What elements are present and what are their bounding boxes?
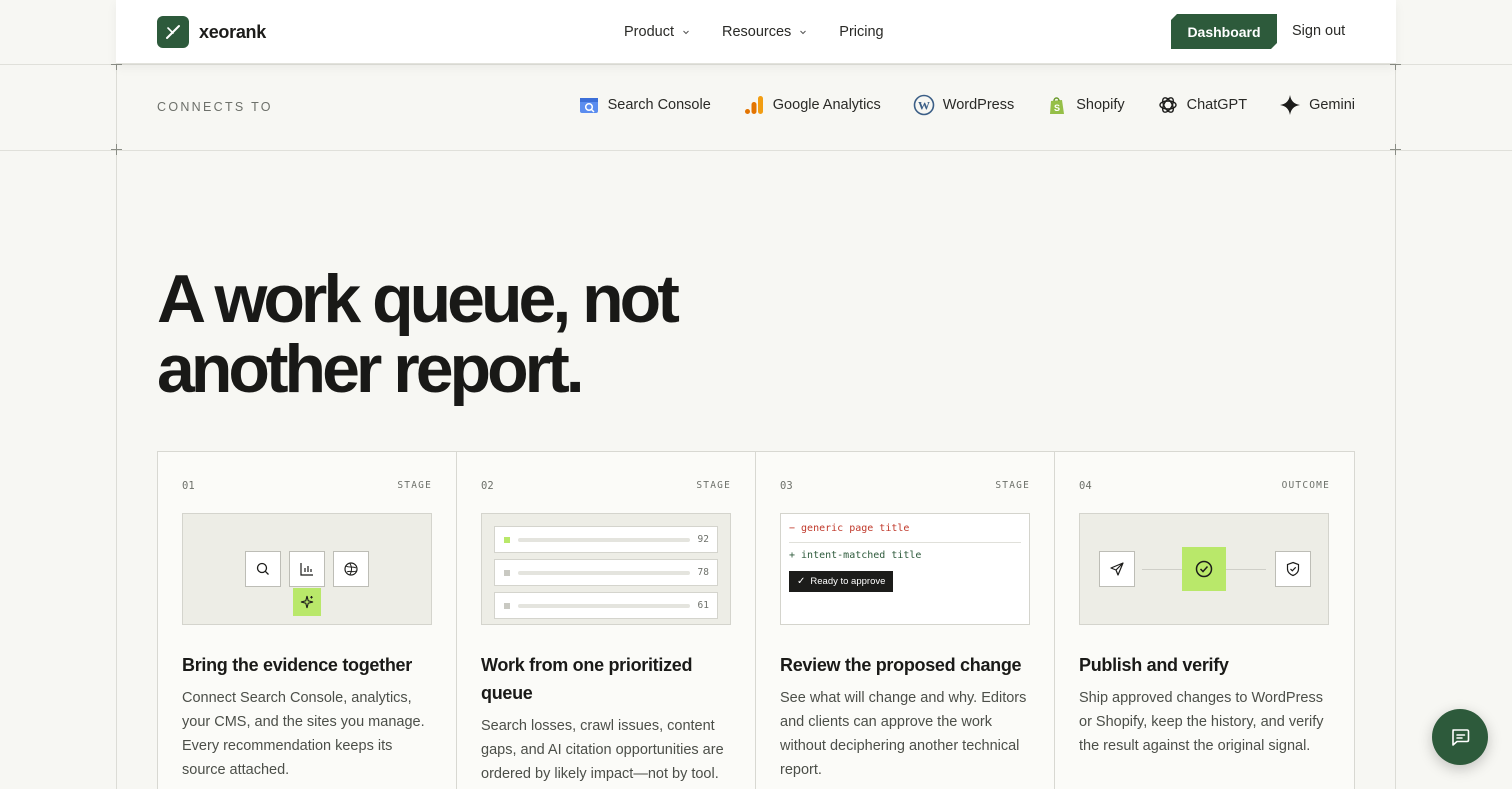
chat-button[interactable]: [1432, 709, 1488, 765]
hero-headline: A work queue, not another report.: [157, 264, 857, 404]
search-icon: [245, 551, 281, 587]
card-description: Search losses, crawl issues, content gap…: [481, 718, 724, 782]
nav-item-resources[interactable]: Resources: [722, 24, 807, 40]
brand-logo[interactable]: xeorank: [157, 16, 266, 48]
hero-line-1: A work queue, not: [157, 261, 680, 337]
svg-text:S: S: [1054, 103, 1060, 113]
integration-name: Shopify: [1076, 97, 1125, 113]
card-number: 03: [780, 480, 793, 492]
priority-dot: [504, 570, 510, 576]
card-tag: STAGE: [995, 480, 1030, 491]
check-circle-icon: [1182, 547, 1226, 591]
card-tag: STAGE: [397, 480, 432, 491]
connector-line: [1226, 569, 1266, 570]
card-illustration: [182, 513, 432, 625]
queue-row: 92: [494, 526, 718, 553]
diff-added-line: + intent-matched title: [789, 550, 922, 561]
integration-name: Search Console: [607, 97, 711, 113]
divider: [789, 542, 1021, 543]
sign-out-link[interactable]: Sign out: [1292, 23, 1345, 39]
workflow-card-queue: 02 STAGE 92 78 61 Work from one prioriti…: [457, 452, 756, 789]
card-description: See what will change and why. Editors an…: [780, 690, 1027, 778]
gemini-icon: [1280, 95, 1301, 115]
send-icon: [1099, 551, 1135, 587]
priority-dot: [504, 537, 510, 543]
logo-icon: [157, 16, 189, 48]
dashboard-button[interactable]: Dashboard: [1171, 14, 1277, 49]
card-title: Publish and verify: [1079, 655, 1229, 675]
workflow-card-review: 03 STAGE − generic page title + intent-m…: [756, 452, 1055, 789]
crosshair-mark: [1390, 144, 1401, 155]
card-number: 01: [182, 480, 195, 492]
nav-item-product[interactable]: Product: [624, 24, 690, 40]
hero-line-2: another report.: [157, 331, 585, 407]
wordpress-icon: W: [913, 94, 935, 116]
google-analytics-icon: [744, 96, 763, 114]
integration-wordpress: W WordPress: [913, 94, 1014, 116]
divider: [0, 150, 1512, 151]
workflow-card-publish: 04 OUTCOME Publish and verify Ship appro…: [1055, 452, 1354, 789]
queue-score: 78: [697, 567, 709, 578]
divider: [0, 64, 1512, 65]
integrations-list: Search Console Google Analytics W WordPr…: [546, 94, 1355, 116]
queue-bar: [518, 538, 690, 542]
card-title: Bring the evidence together: [182, 655, 412, 675]
integration-name: ChatGPT: [1186, 97, 1248, 113]
chevron-down-icon: [800, 30, 807, 35]
integration-search-console: Search Console: [578, 94, 711, 116]
chat-bubble-icon: [1452, 729, 1470, 746]
integration-shopify: S Shopify: [1046, 94, 1125, 116]
brand-name: xeorank: [199, 21, 266, 42]
chatgpt-icon: [1158, 97, 1177, 113]
nav-item-label: Product: [624, 24, 674, 40]
integration-gemini: Gemini: [1279, 94, 1355, 116]
card-number: 04: [1079, 480, 1092, 492]
queue-row: 61: [494, 592, 718, 619]
ready-to-approve-badge: ✓ Ready to approve: [789, 571, 894, 592]
queue-score: 61: [697, 600, 709, 611]
workflow-cards: 01 STAGE Bring the evidence together Con…: [157, 451, 1355, 789]
card-number: 02: [481, 480, 494, 492]
priority-dot: [504, 603, 510, 609]
chevron-down-icon: [683, 30, 689, 35]
nav-item-pricing[interactable]: Pricing: [839, 24, 883, 40]
connector-line: [1142, 569, 1182, 570]
integration-google-analytics: Google Analytics: [743, 94, 881, 116]
card-title: Review the proposed change: [780, 655, 1022, 675]
card-illustration: − generic page title + intent-matched ti…: [780, 513, 1030, 625]
connects-label: CONNECTS TO: [157, 100, 273, 114]
main-nav: Product Resources Pricing: [624, 0, 916, 64]
crosshair-mark: [111, 144, 122, 155]
integration-name: Gemini: [1309, 97, 1355, 113]
bar-chart-icon: [289, 551, 325, 587]
nav-item-label: Resources: [721, 24, 792, 40]
card-description: Connect Search Console, analytics, your …: [182, 690, 425, 778]
top-navbar: xeorank Product Resources Pricing Dashbo…: [116, 0, 1396, 64]
globe-icon: [333, 551, 369, 587]
card-tag: STAGE: [696, 480, 731, 491]
card-title: Work from one prioritized queue: [481, 655, 693, 703]
card-description: Ship approved changes to WordPress or Sh…: [1079, 690, 1324, 754]
card-tag: OUTCOME: [1281, 480, 1330, 491]
card-illustration: [1079, 513, 1329, 625]
shopify-icon: S: [1050, 97, 1065, 114]
check-icon: ✓: [797, 576, 806, 587]
queue-bar: [518, 571, 690, 575]
integration-name: Google Analytics: [772, 97, 881, 113]
badge-label: Ready to approve: [810, 576, 886, 587]
svg-text:W: W: [918, 99, 930, 113]
queue-row: 78: [494, 559, 718, 586]
nav-item-label: Pricing: [839, 24, 884, 40]
diff-removed-line: − generic page title: [789, 523, 910, 534]
workflow-card-evidence: 01 STAGE Bring the evidence together Con…: [158, 452, 457, 789]
integration-chatgpt: ChatGPT: [1157, 94, 1247, 116]
integration-name: WordPress: [942, 97, 1015, 113]
shield-check-icon: [1275, 551, 1311, 587]
queue-score: 92: [697, 534, 709, 545]
sparkle-icon: [293, 588, 321, 616]
card-illustration: 92 78 61: [481, 513, 731, 625]
queue-bar: [518, 604, 690, 608]
search-console-icon: [579, 98, 598, 113]
